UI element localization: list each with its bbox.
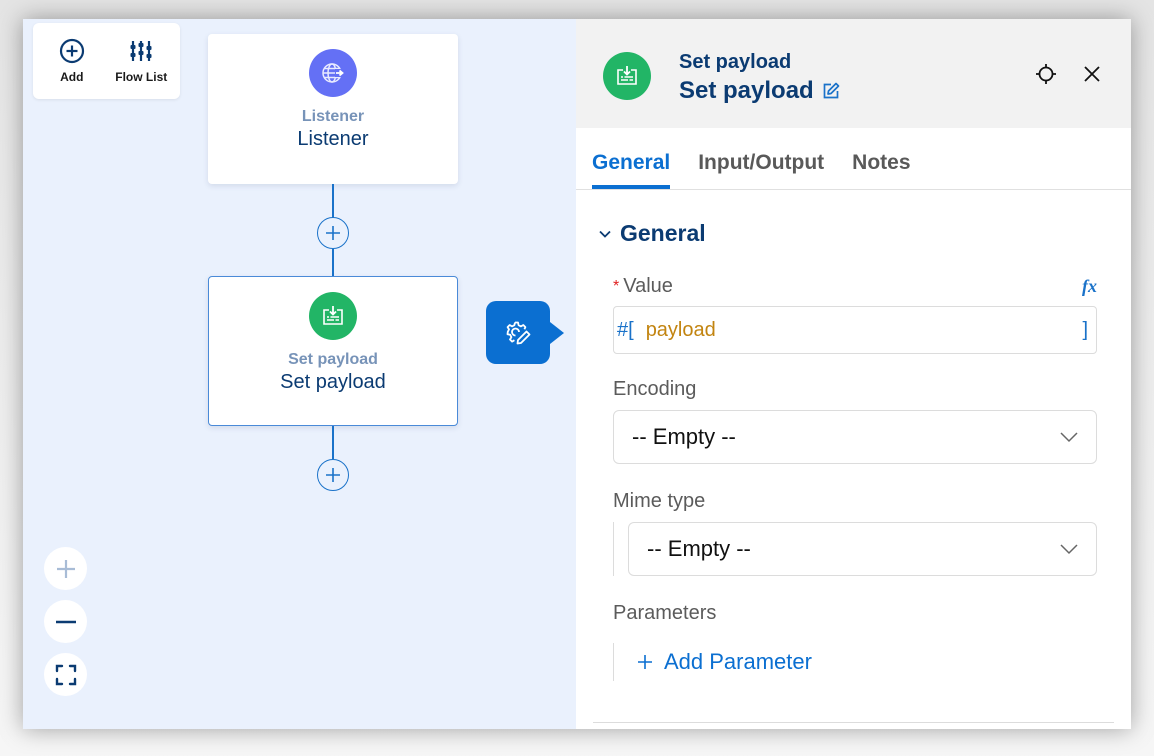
mime-type-select[interactable]: -- Empty -- bbox=[628, 522, 1097, 576]
connector-line bbox=[332, 426, 334, 459]
canvas-toolbar: Add Flow List bbox=[33, 23, 180, 99]
node-name: Listener bbox=[297, 128, 369, 150]
expression-open: #[ bbox=[617, 318, 634, 341]
mime-type-selected-value: -- Empty -- bbox=[647, 536, 751, 561]
expression-body: payload bbox=[645, 318, 716, 341]
component-name: Set payload bbox=[679, 77, 840, 105]
chevron-down-icon bbox=[599, 230, 611, 238]
plus-icon bbox=[326, 468, 340, 482]
component-name-text: Set payload bbox=[679, 77, 814, 104]
configure-step-button[interactable] bbox=[486, 301, 564, 364]
tab-input-output[interactable]: Input/Output bbox=[698, 151, 824, 189]
connector-line bbox=[332, 249, 334, 276]
close-icon bbox=[1084, 66, 1100, 82]
fx-toggle-icon[interactable]: fx bbox=[1082, 276, 1097, 297]
zoom-in-button[interactable] bbox=[44, 547, 87, 590]
plus-icon bbox=[56, 559, 75, 578]
crosshair-icon bbox=[1036, 64, 1056, 84]
section-title: General bbox=[620, 220, 706, 246]
locate-button[interactable] bbox=[1035, 63, 1057, 85]
add-parameter-label: Add Parameter bbox=[664, 649, 812, 674]
parameters-field: Parameters Add Parameter bbox=[613, 602, 1097, 681]
encoding-field: Encoding -- Empty -- bbox=[613, 378, 1097, 464]
general-section-toggle[interactable]: General bbox=[598, 220, 1131, 247]
value-label-text: Value bbox=[623, 275, 673, 297]
flow-list-label: Flow List bbox=[115, 70, 168, 84]
parameters-label: Parameters bbox=[613, 602, 717, 624]
chevron-down-icon bbox=[1060, 544, 1078, 555]
add-label: Add bbox=[60, 70, 84, 84]
mime-type-label: Mime type bbox=[613, 490, 706, 512]
plus-circle-icon bbox=[59, 38, 84, 64]
add-button[interactable]: Add bbox=[39, 38, 105, 84]
expression-close: ] bbox=[1082, 318, 1088, 341]
encoding-select[interactable]: -- Empty -- bbox=[613, 410, 1097, 464]
value-field: * Value fx #[ payload ] bbox=[613, 275, 1097, 354]
tab-notes[interactable]: Notes bbox=[852, 151, 910, 189]
chevron-down-icon bbox=[1060, 432, 1078, 443]
component-type: Set payload bbox=[679, 51, 792, 73]
insert-step-button[interactable] bbox=[317, 459, 349, 491]
divider bbox=[593, 722, 1114, 723]
node-type: Set payload bbox=[288, 351, 378, 368]
flow-list-button[interactable]: Flow List bbox=[108, 38, 174, 84]
header-actions bbox=[1035, 63, 1103, 85]
tab-general[interactable]: General bbox=[592, 151, 671, 189]
value-label: * Value bbox=[613, 275, 673, 298]
fullscreen-icon bbox=[55, 664, 76, 685]
close-button[interactable] bbox=[1081, 63, 1103, 85]
sliders-icon bbox=[130, 41, 152, 61]
connector-line bbox=[332, 184, 334, 218]
set-payload-icon bbox=[603, 52, 651, 100]
mime-type-group: -- Empty -- bbox=[613, 522, 1097, 576]
value-expression-input[interactable]: #[ payload ] bbox=[613, 306, 1097, 354]
gear-edit-icon bbox=[506, 321, 531, 344]
node-name: Set payload bbox=[280, 371, 386, 393]
parameters-group: Add Parameter bbox=[613, 643, 1097, 681]
app-window: Add Flow List Listener Listener Set payl… bbox=[23, 19, 1131, 729]
plus-icon bbox=[326, 226, 340, 240]
required-marker: * bbox=[613, 277, 620, 295]
mime-type-field: Mime type -- Empty -- bbox=[613, 490, 1097, 576]
node-type: Listener bbox=[301, 108, 365, 125]
properties-panel: Set payload Set payload General Input/Ou… bbox=[576, 19, 1131, 729]
zoom-out-button[interactable] bbox=[44, 600, 87, 643]
insert-step-button[interactable] bbox=[317, 217, 349, 249]
listener-node[interactable]: Listener Listener bbox=[208, 34, 458, 184]
edit-icon[interactable] bbox=[822, 82, 840, 100]
encoding-label: Encoding bbox=[613, 378, 697, 400]
fit-screen-button[interactable] bbox=[44, 653, 87, 696]
set-payload-icon bbox=[309, 292, 357, 340]
panel-header: Set payload Set payload bbox=[576, 19, 1131, 128]
plus-icon bbox=[638, 655, 652, 669]
minus-icon bbox=[55, 620, 76, 623]
encoding-selected-value: -- Empty -- bbox=[632, 424, 736, 449]
globe-arrow-icon bbox=[309, 49, 357, 97]
panel-tabs: General Input/Output Notes bbox=[576, 128, 1131, 190]
set-payload-node[interactable]: Set payload Set payload bbox=[208, 276, 458, 426]
add-parameter-button[interactable]: Add Parameter bbox=[628, 643, 1097, 681]
flow-canvas[interactable]: Add Flow List Listener Listener Set payl… bbox=[23, 19, 576, 729]
